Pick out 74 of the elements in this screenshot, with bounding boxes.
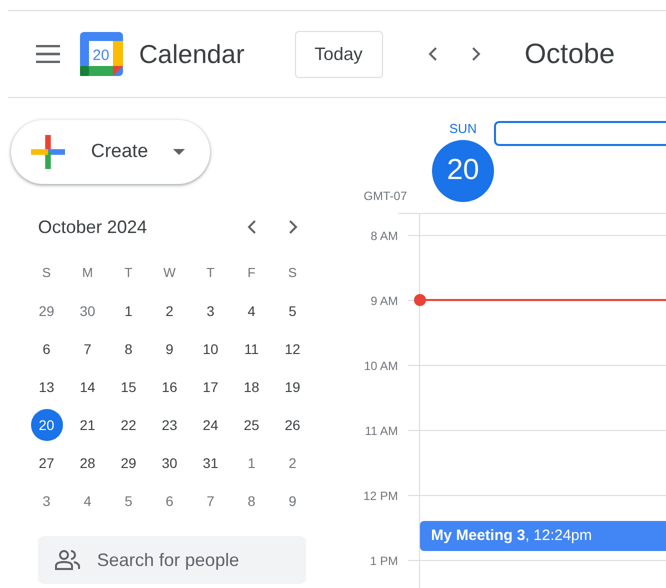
day-number[interactable]: 23 (154, 409, 186, 441)
timezone-label: GMT-07 (364, 188, 407, 205)
day-number[interactable]: 3 (194, 295, 226, 327)
day-number[interactable]: 5 (276, 295, 308, 327)
day-number[interactable]: 12 (276, 333, 308, 365)
day-number[interactable]: 10 (194, 333, 226, 365)
day-number[interactable]: 31 (194, 447, 226, 479)
day-number[interactable]: 4 (236, 295, 268, 327)
next-icon[interactable] (470, 46, 481, 62)
day-number[interactable]: 29 (30, 295, 62, 327)
weekday-label: F (248, 264, 256, 282)
day-number[interactable]: 14 (72, 371, 104, 403)
today-button[interactable]: Today (294, 30, 383, 78)
next-month-icon[interactable] (288, 219, 298, 235)
weekday-label: SUN (449, 122, 477, 136)
day-number[interactable]: 4 (72, 485, 104, 517)
day-number[interactable]: 13 (30, 371, 62, 403)
weekday-label: T (206, 264, 214, 282)
create-button[interactable]: Create (11, 120, 210, 184)
day-number[interactable]: 30 (72, 295, 104, 327)
day-number[interactable]: 5 (112, 485, 144, 517)
day-number[interactable]: 25 (236, 409, 268, 441)
event-block[interactable]: My Meeting 3, 12:24pm (420, 521, 666, 551)
previous-icon[interactable] (428, 46, 438, 62)
day-number[interactable]: 17 (194, 371, 226, 403)
day-number[interactable]: 6 (154, 485, 186, 517)
plus-icon (31, 135, 65, 169)
day-number[interactable]: 9 (154, 333, 186, 365)
menu-icon[interactable] (36, 45, 60, 63)
day-number[interactable]: 29 (112, 447, 144, 479)
day-number[interactable]: 15 (112, 371, 144, 403)
day-number[interactable]: 28 (72, 447, 104, 479)
day-number[interactable]: 18 (236, 371, 268, 403)
weekday-label: M (82, 264, 93, 282)
day-number[interactable]: 2 (154, 295, 186, 327)
hour-label: 8 AM (370, 228, 398, 243)
day-number[interactable]: 22 (112, 409, 144, 441)
day-number[interactable]: 3 (30, 485, 62, 517)
day-number[interactable]: 1 (112, 295, 144, 327)
day-number[interactable]: 7 (72, 333, 104, 365)
day-number[interactable]: 30 (154, 447, 186, 479)
day-number[interactable]: 1 (236, 447, 268, 479)
day-number[interactable]: 16 (154, 371, 186, 403)
day-number[interactable]: 7 (194, 485, 226, 517)
weekday-label: T (124, 264, 132, 282)
weekday-label: S (288, 264, 297, 282)
hour-label: 9 AM (370, 293, 398, 308)
day-number[interactable]: 6 (30, 333, 62, 365)
day-number[interactable]: 21 (72, 409, 104, 441)
previous-month-icon[interactable] (246, 219, 256, 235)
day-number[interactable]: 20 (30, 409, 62, 441)
hour-label: 1 PM (368, 553, 398, 568)
calendar-logo: 20 (80, 32, 123, 76)
weekday-label: S (42, 264, 51, 282)
date-number[interactable]: 20 (432, 140, 494, 202)
day-number[interactable]: 26 (276, 409, 308, 441)
hour-label: 12 PM (362, 488, 398, 503)
people-icon (55, 550, 81, 570)
day-number[interactable]: 11 (236, 333, 268, 365)
day-number[interactable]: 8 (236, 485, 268, 517)
weekday-label: W (163, 264, 176, 282)
day-number[interactable]: 24 (194, 409, 226, 441)
search-people-field[interactable]: Search for people (38, 536, 306, 584)
month-title: October 2024 (38, 216, 148, 238)
hour-label: 10 AM (362, 358, 398, 373)
hour-label: 11 AM (364, 423, 398, 438)
period-title: Octobe (524, 37, 615, 71)
day-number[interactable]: 2 (276, 447, 308, 479)
day-number[interactable]: 9 (276, 485, 308, 517)
day-number[interactable]: 8 (112, 333, 144, 365)
app-title: Calendar (139, 38, 245, 70)
day-number[interactable]: 19 (276, 371, 308, 403)
day-number[interactable]: 27 (30, 447, 62, 479)
dropdown-caret-icon (173, 149, 186, 155)
